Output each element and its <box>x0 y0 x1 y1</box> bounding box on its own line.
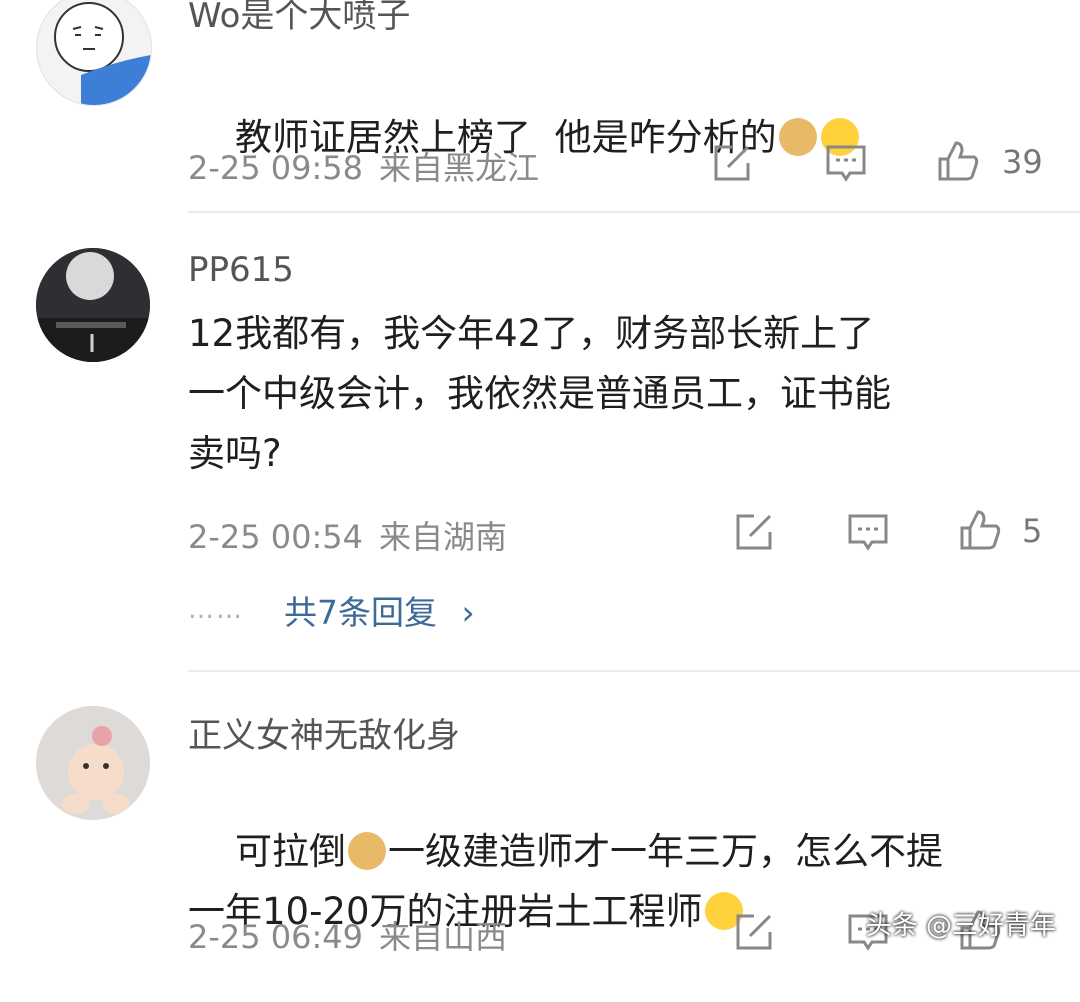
moon-night-icon <box>36 248 150 362</box>
comment-text: 可拉倒 一级建造师才一年三万，怎么不提 一年10-20万的注册岩土工程师 <box>188 762 1058 1002</box>
location: 来自湖南 <box>379 518 508 556</box>
comment-icon[interactable] <box>846 510 890 554</box>
comment-text: 教师证居然上榜了 他是咋分析的 <box>188 48 1058 228</box>
like-count: 5 <box>1022 512 1043 550</box>
doge-emoji-icon <box>348 832 387 870</box>
comment-meta: 2-25 00:54 来自湖南 <box>188 512 507 558</box>
timestamp: 2-25 09:58 <box>188 149 364 187</box>
comment-text: 12我都有，我今年42了，财务部长新上了 一个中级会计，我依然是普通员工，证书能… <box>188 312 891 475</box>
chevron-right-icon: › <box>461 593 475 632</box>
cartoon-face-icon <box>54 2 151 105</box>
timestamp: 2-25 00:54 <box>188 518 364 556</box>
like-icon[interactable] <box>958 508 1002 552</box>
avatar[interactable] <box>36 248 150 362</box>
doge-emoji-icon <box>778 118 817 156</box>
comment-text-part: 可拉倒 <box>235 830 347 873</box>
like-count: 39 <box>1002 143 1043 181</box>
divider <box>188 670 1080 672</box>
avatar[interactable] <box>36 706 150 820</box>
username[interactable]: Wo是个大喷子 <box>188 0 410 37</box>
username[interactable]: PP615 <box>188 250 294 290</box>
share-icon[interactable] <box>710 141 754 185</box>
comment-text-part: 一级建造师才一年三万，怎么不提 <box>388 830 944 873</box>
divider <box>188 211 1080 213</box>
baby-photo-icon <box>36 706 150 820</box>
location: 来自山西 <box>379 918 508 956</box>
comment-meta: 2-25 06:49 来自山西 <box>188 912 507 958</box>
replies-dots: …… <box>188 595 244 625</box>
timestamp: 2-25 06:49 <box>188 918 364 956</box>
share-icon[interactable] <box>732 910 776 954</box>
comment-meta: 2-25 09:58 来自黑龙江 <box>188 143 539 189</box>
view-replies-link[interactable]: …… 共7条回复 › <box>188 586 475 634</box>
watermark: 头条 @三好青年 <box>865 911 1056 941</box>
replies-label: 共7条回复 <box>284 593 437 632</box>
comment-icon[interactable] <box>824 141 868 185</box>
username[interactable]: 正义女神无敌化身 <box>188 708 460 757</box>
location: 来自黑龙江 <box>379 149 540 187</box>
like-icon[interactable] <box>936 139 980 183</box>
share-icon[interactable] <box>732 510 776 554</box>
avatar[interactable] <box>36 0 152 106</box>
